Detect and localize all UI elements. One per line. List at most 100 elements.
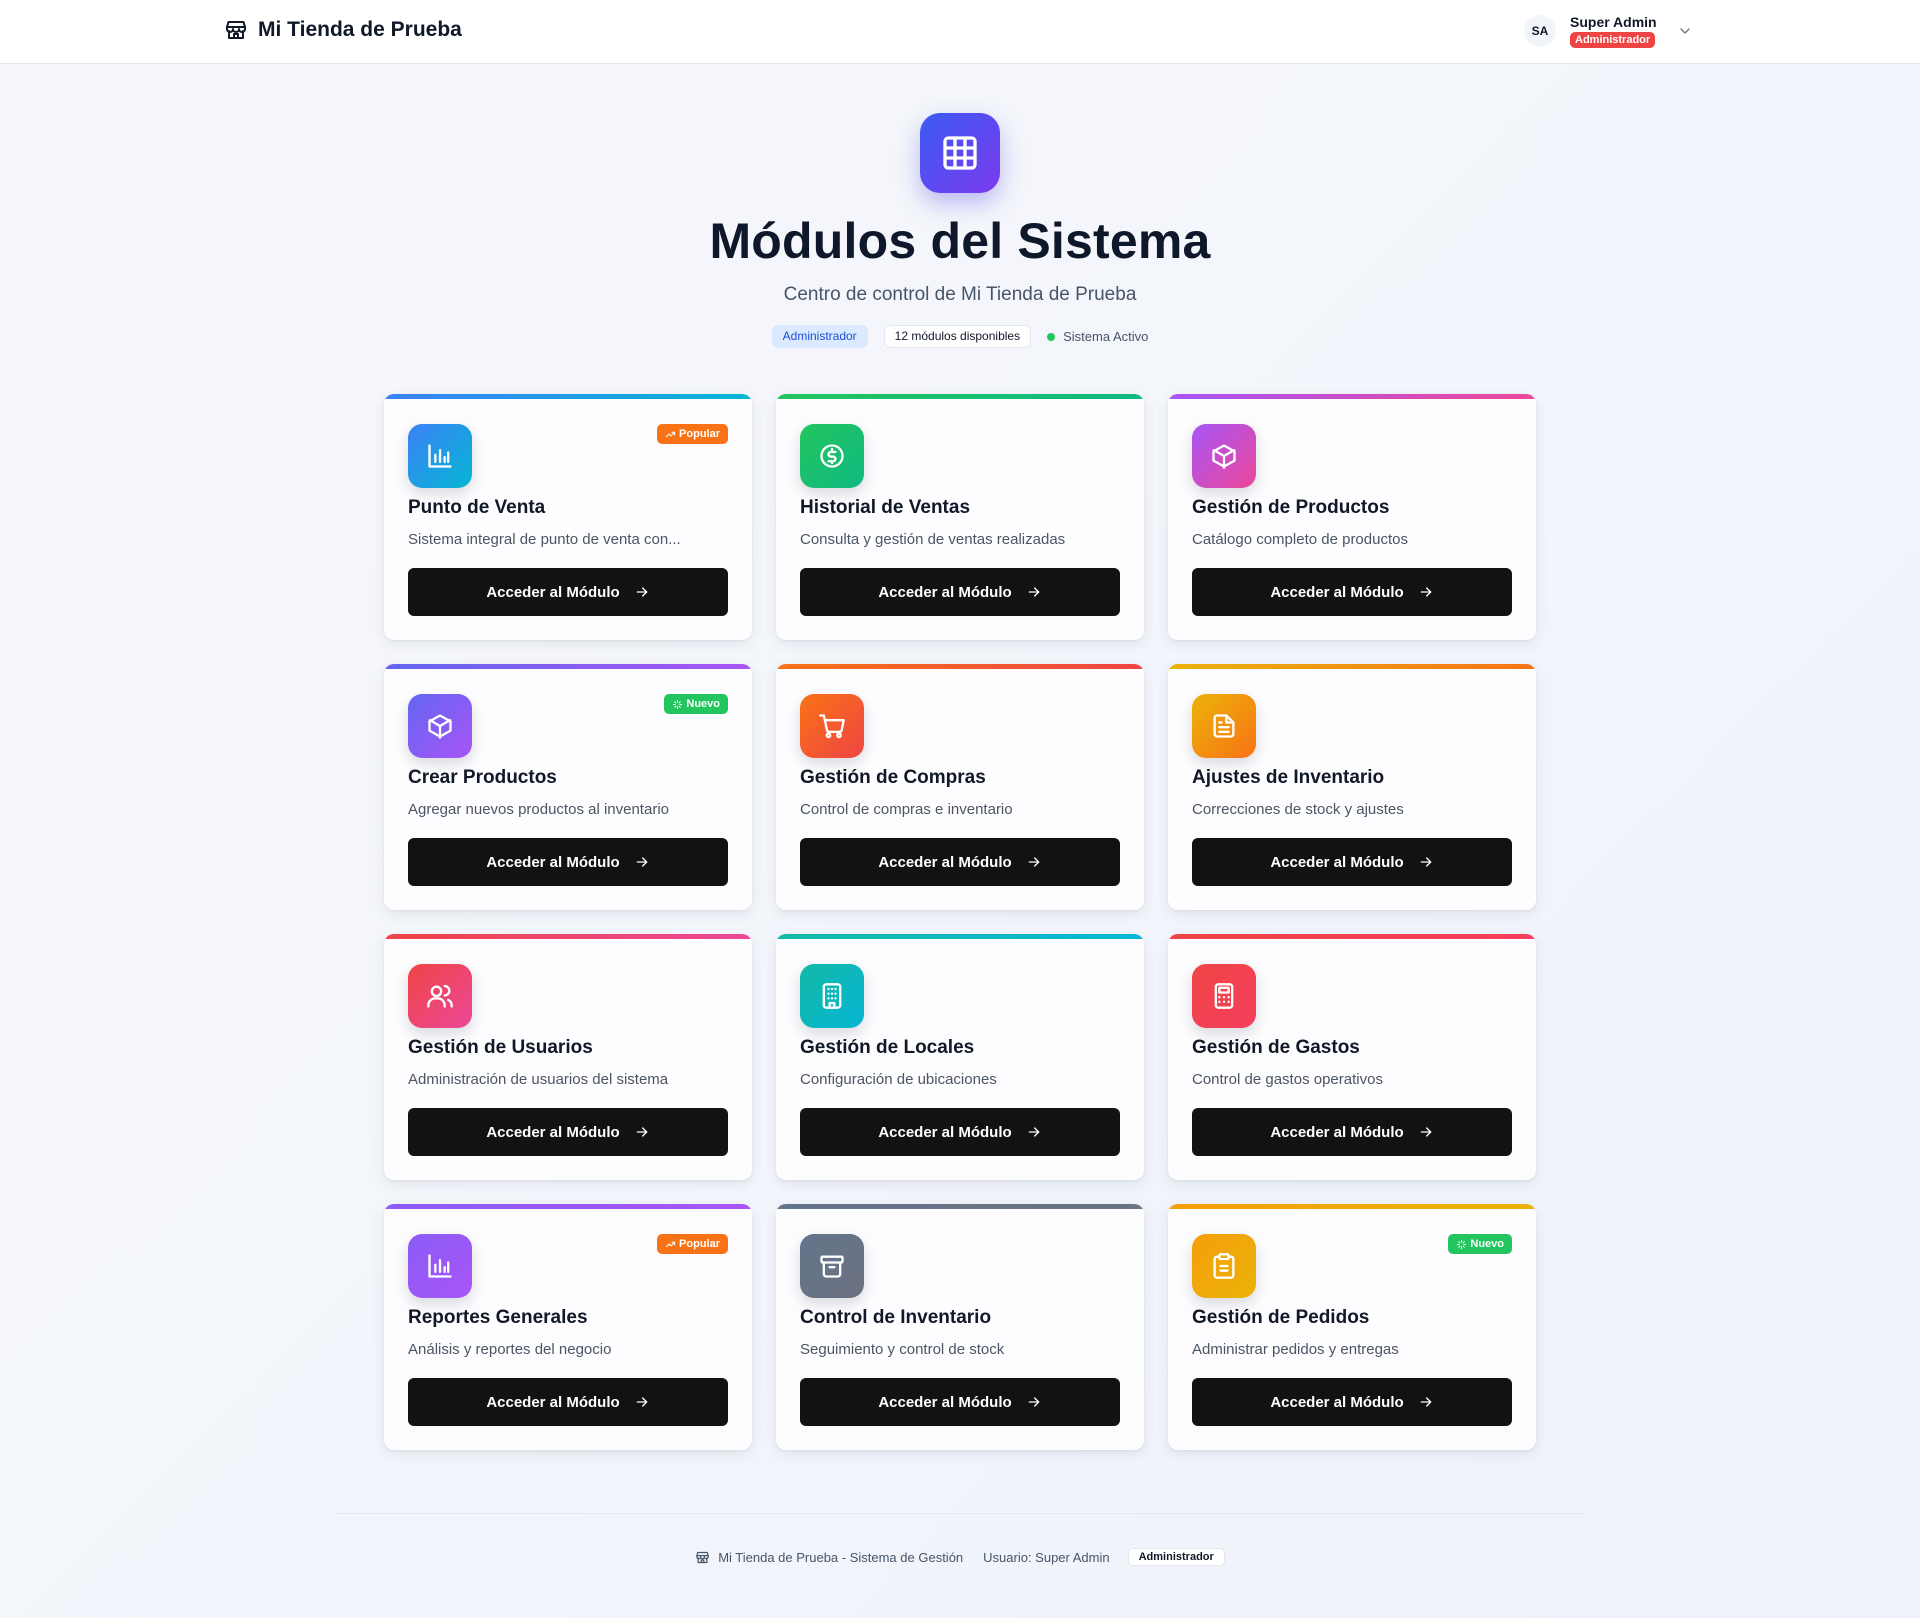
trending-up-icon [665,1239,676,1250]
arrow-right-icon [1418,584,1434,600]
module-card[interactable]: Historial de Ventas Consulta y gestión d… [776,394,1144,640]
arrow-right-icon [634,584,650,600]
access-module-button[interactable]: Acceder al Módulo [800,838,1120,886]
module-description: Sistema integral de punto de venta con..… [408,531,681,548]
module-card[interactable]: Gestión de Gastos Control de gastos oper… [1168,934,1536,1180]
module-card[interactable]: Gestión de Compras Control de compras e … [776,664,1144,910]
card-accent-bar [776,1204,1144,1209]
calculator-icon [1192,964,1256,1028]
access-module-label: Acceder al Módulo [878,1393,1012,1411]
module-badge-label: Popular [679,1238,720,1250]
module-title: Punto de Venta [408,497,546,518]
access-module-button[interactable]: Acceder al Módulo [800,568,1120,616]
module-badge-label: Nuevo [686,698,720,710]
access-module-button[interactable]: Acceder al Módulo [800,1108,1120,1156]
module-card[interactable]: Ajustes de Inventario Correcciones de st… [1168,664,1536,910]
module-badge: Nuevo [664,694,728,714]
system-status-label: Sistema Activo [1063,329,1149,344]
chevron-down-icon[interactable] [1677,23,1693,39]
trending-up-icon [665,429,676,440]
module-description: Seguimiento y control de stock [800,1341,1005,1358]
access-module-button[interactable]: Acceder al Módulo [408,1108,728,1156]
access-module-label: Acceder al Módulo [486,1123,620,1141]
module-badge: Nuevo [1448,1234,1512,1254]
building-icon [800,964,864,1028]
card-accent-bar [1168,1204,1536,1209]
card-accent-bar [776,664,1144,669]
module-description: Análisis y reportes del negocio [408,1341,612,1358]
module-title: Gestión de Compras [800,767,986,788]
access-module-button[interactable]: Acceder al Módulo [408,568,728,616]
access-module-button[interactable]: Acceder al Módulo [408,838,728,886]
user-info: Super Admin Administrador [1570,14,1657,48]
arrow-right-icon [1418,1394,1434,1410]
file-text-icon [1192,694,1256,758]
access-module-label: Acceder al Módulo [486,853,620,871]
arrow-right-icon [1418,854,1434,870]
access-module-label: Acceder al Módulo [1270,583,1404,601]
users-icon [408,964,472,1028]
module-description: Control de gastos operativos [1192,1071,1383,1088]
module-title: Crear Productos [408,767,557,788]
module-card[interactable]: Control de Inventario Seguimiento y cont… [776,1204,1144,1450]
module-description: Agregar nuevos productos al inventario [408,801,669,818]
module-card[interactable]: Popular Punto de Venta Sistema integral … [384,394,752,640]
access-module-button[interactable]: Acceder al Módulo [800,1378,1120,1426]
system-status: Sistema Activo [1047,329,1148,344]
store-name: Mi Tienda de Prueba [258,18,462,41]
arrow-right-icon [634,854,650,870]
module-card[interactable]: Nuevo Crear Productos Agregar nuevos pro… [384,664,752,910]
module-description: Administrar pedidos y entregas [1192,1341,1399,1358]
access-module-button[interactable]: Acceder al Módulo [1192,568,1512,616]
clipboard-icon [1192,1234,1256,1298]
user-role-badge: Administrador [1570,32,1656,48]
module-card[interactable]: Nuevo Gestión de Pedidos Administrar ped… [1168,1204,1536,1450]
module-description: Control de compras e inventario [800,801,1013,818]
module-title: Control de Inventario [800,1307,992,1328]
module-title: Gestión de Gastos [1192,1037,1360,1058]
access-module-label: Acceder al Módulo [486,1393,620,1411]
role-badge: Administrador [771,325,868,348]
dollar-circle-icon [800,424,864,488]
module-title: Gestión de Locales [800,1037,975,1058]
hero-badges: Administrador 12 módulos disponibles Sis… [0,325,1920,348]
arrow-right-icon [1026,584,1042,600]
top-navbar: Mi Tienda de Prueba SA Super Admin Admin… [0,0,1920,64]
card-accent-bar [384,1204,752,1209]
store-icon [224,18,248,42]
modules-count-badge: 12 módulos disponibles [883,325,1032,348]
module-card[interactable]: Gestión de Locales Configuración de ubic… [776,934,1144,1180]
module-title: Gestión de Productos [1192,497,1390,518]
footer-user-text: Usuario: Super Admin [983,1549,1110,1565]
module-description: Administración de usuarios del sistema [408,1071,669,1088]
brand[interactable]: Mi Tienda de Prueba [224,18,462,42]
access-module-button[interactable]: Acceder al Módulo [408,1378,728,1426]
module-title: Historial de Ventas [800,497,971,518]
access-module-label: Acceder al Módulo [1270,1123,1404,1141]
sparkles-icon [1456,1239,1467,1250]
access-module-button[interactable]: Acceder al Módulo [1192,1108,1512,1156]
access-module-button[interactable]: Acceder al Módulo [1192,1378,1512,1426]
page-title: Módulos del Sistema [709,213,1211,269]
shopping-cart-icon [800,694,864,758]
module-card[interactable]: Gestión de Usuarios Administración de us… [384,934,752,1180]
module-card[interactable]: Gestión de Productos Catálogo completo d… [1168,394,1536,640]
bar-chart-icon [408,1234,472,1298]
module-title: Gestión de Pedidos [1192,1307,1370,1328]
module-title: Ajustes de Inventario [1192,767,1385,788]
module-card[interactable]: Popular Reportes Generales Análisis y re… [384,1204,752,1450]
access-module-label: Acceder al Módulo [486,583,620,601]
package-icon [408,694,472,758]
footer-role-badge: Administrador [1127,1548,1225,1566]
card-accent-bar [776,934,1144,939]
arrow-right-icon [634,1394,650,1410]
access-module-button[interactable]: Acceder al Módulo [1192,838,1512,886]
module-description: Configuración de ubicaciones [800,1071,997,1088]
user-menu[interactable]: SA Super Admin Administrador [1524,14,1693,48]
access-module-label: Acceder al Módulo [878,853,1012,871]
grid-icon [920,113,1000,193]
card-accent-bar [384,394,752,399]
card-accent-bar [384,664,752,669]
arrow-right-icon [1026,854,1042,870]
module-description: Correcciones de stock y ajustes [1192,801,1404,818]
